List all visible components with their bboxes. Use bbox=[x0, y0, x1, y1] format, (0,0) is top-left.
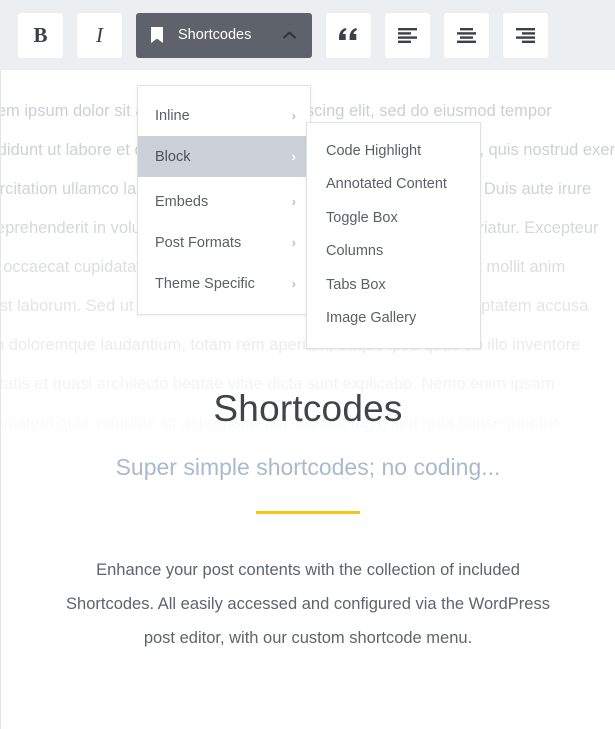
page-title: Shortcodes bbox=[213, 388, 403, 429]
accent-divider bbox=[256, 511, 360, 514]
menu-item-label: Block bbox=[155, 148, 191, 165]
chevron-right-icon: › bbox=[291, 276, 296, 291]
bookmark-icon bbox=[150, 26, 164, 44]
align-center-icon bbox=[457, 27, 477, 43]
align-left-icon bbox=[398, 27, 418, 43]
submenu-item-label: Toggle Box bbox=[326, 209, 398, 226]
menu-item-theme-specific[interactable]: Theme Specific › bbox=[138, 263, 310, 304]
shortcodes-dropdown-menu: Inline › Block › Embeds › Post Formats ›… bbox=[137, 85, 311, 315]
menu-item-label: Post Formats bbox=[155, 234, 242, 251]
italic-label: I bbox=[96, 22, 103, 47]
chevron-right-icon: › bbox=[291, 149, 296, 164]
editor-preview: B I Shortcodes m ipsum dolor sit elit, s… bbox=[0, 0, 615, 729]
chevron-up-icon bbox=[283, 31, 297, 40]
menu-item-inline[interactable]: Inline › bbox=[138, 95, 310, 136]
submenu-item-label: Columns bbox=[326, 243, 384, 260]
menu-item-label: Theme Specific bbox=[155, 275, 255, 292]
hero-section: Shortcodes Super simple shortcodes; no c… bbox=[1, 390, 615, 655]
submenu-item-label: Code Highlight bbox=[326, 142, 422, 159]
align-center-button[interactable] bbox=[444, 12, 490, 58]
submenu-item-label: Tabs Box bbox=[326, 276, 386, 293]
quote-icon bbox=[339, 27, 358, 43]
menu-item-label: Inline bbox=[155, 107, 190, 124]
italic-button[interactable]: I bbox=[77, 12, 122, 58]
align-right-button[interactable] bbox=[503, 12, 549, 58]
page-body-text: Enhance your post contents with the coll… bbox=[66, 561, 550, 647]
menu-item-embeds[interactable]: Embeds › bbox=[138, 181, 310, 222]
shortcodes-button[interactable]: Shortcodes bbox=[136, 12, 313, 58]
submenu-item-columns[interactable]: Columns bbox=[307, 235, 480, 269]
page-subtitle: Super simple shortcodes; no coding... bbox=[115, 454, 501, 480]
menu-item-label: Embeds bbox=[155, 193, 209, 210]
submenu-item-tabs-box[interactable]: Tabs Box bbox=[307, 268, 480, 302]
chevron-right-icon: › bbox=[291, 235, 296, 250]
align-right-icon bbox=[516, 27, 536, 43]
block-submenu: Code Highlight Annotated Content Toggle … bbox=[306, 122, 481, 349]
submenu-item-label: Annotated Content bbox=[326, 176, 447, 193]
submenu-item-code-highlight[interactable]: Code Highlight bbox=[307, 134, 480, 168]
submenu-item-toggle-box[interactable]: Toggle Box bbox=[307, 201, 480, 235]
shortcodes-button-label: Shortcodes bbox=[178, 27, 252, 43]
editor-toolbar: B I Shortcodes bbox=[0, 0, 615, 70]
chevron-right-icon: › bbox=[291, 108, 296, 123]
blockquote-button[interactable] bbox=[326, 12, 372, 58]
bold-label: B bbox=[33, 22, 48, 47]
submenu-item-annotated-content[interactable]: Annotated Content bbox=[307, 168, 480, 202]
align-left-button[interactable] bbox=[385, 12, 431, 58]
bold-button[interactable]: B bbox=[18, 12, 63, 58]
submenu-item-label: Image Gallery bbox=[326, 310, 417, 327]
chevron-right-icon: › bbox=[291, 194, 296, 209]
menu-item-post-formats[interactable]: Post Formats › bbox=[138, 222, 310, 263]
menu-item-block[interactable]: Block › bbox=[138, 136, 310, 177]
submenu-item-image-gallery[interactable]: Image Gallery bbox=[307, 302, 480, 336]
